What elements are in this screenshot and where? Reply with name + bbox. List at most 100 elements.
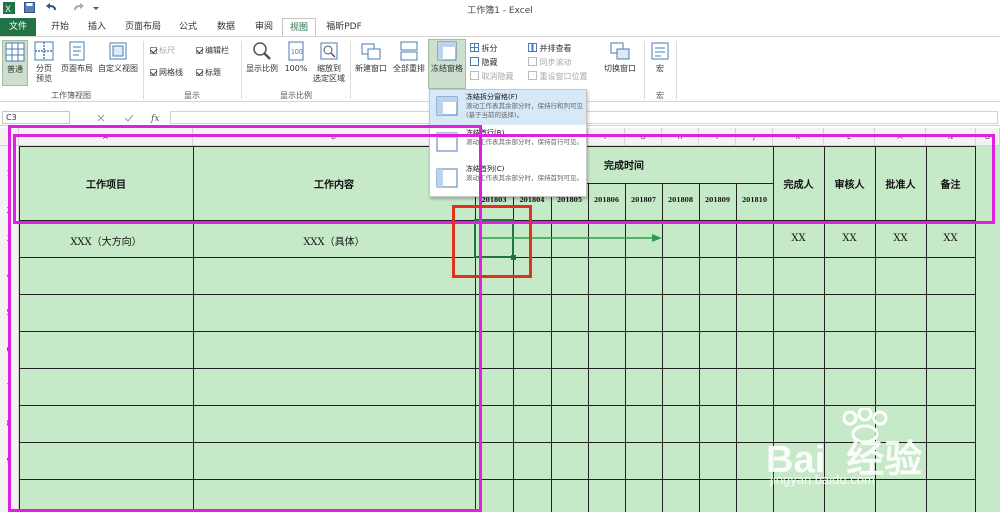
tab-formulas[interactable]: 公式 bbox=[170, 18, 206, 36]
reset-window-position-button[interactable]: 重设窗口位置 bbox=[528, 71, 588, 82]
table-border bbox=[193, 146, 194, 512]
column-header-f[interactable]: F bbox=[588, 128, 625, 146]
tab-insert[interactable]: 插入 bbox=[80, 18, 114, 36]
cell-remarks[interactable]: XX bbox=[926, 233, 975, 244]
enter-check-icon[interactable] bbox=[124, 113, 134, 123]
unhide-icon bbox=[470, 71, 479, 80]
cell-work-item[interactable]: XXX（大方向） bbox=[19, 233, 193, 248]
menu-item-freeze-panes[interactable]: 冻结拆分窗格(F) 滚动工作表其余部分时，保持行和列可见(基于当前的选择)。 bbox=[430, 90, 586, 125]
new-window-button[interactable]: 新建窗口 bbox=[352, 40, 390, 86]
name-box[interactable]: C3 bbox=[2, 111, 70, 124]
fill-handle[interactable] bbox=[511, 255, 516, 260]
table-border bbox=[699, 183, 700, 512]
cell-completed-by[interactable]: XX bbox=[773, 233, 824, 244]
insert-function-icon[interactable]: fx bbox=[150, 112, 162, 123]
zoom-to-selection-icon bbox=[320, 42, 338, 60]
column-header-h[interactable]: H bbox=[662, 128, 699, 146]
row-header-5[interactable]: 5 bbox=[0, 294, 19, 331]
date-cell: 201807 bbox=[630, 197, 657, 204]
hide-button[interactable]: 隐藏 bbox=[470, 57, 498, 68]
column-header-n[interactable]: N bbox=[926, 128, 976, 146]
cancel-icon[interactable] bbox=[96, 113, 106, 123]
normal-view-icon bbox=[5, 42, 25, 62]
page-break-preview-button[interactable]: 分页 预览 bbox=[32, 40, 56, 86]
sync-scroll-button[interactable]: 同步滚动 bbox=[528, 57, 572, 68]
arrange-all-button[interactable]: 全部重排 bbox=[390, 40, 428, 86]
tab-file[interactable]: 文件 bbox=[0, 18, 36, 36]
custom-views-button[interactable]: 自定义视图 bbox=[96, 40, 140, 86]
svg-text:100: 100 bbox=[291, 49, 303, 56]
group-separator bbox=[644, 41, 645, 99]
cell-work-content[interactable]: XXX（具体） bbox=[193, 233, 475, 248]
date-cell: 201808 bbox=[667, 197, 694, 204]
unhide-button[interactable]: 取消隐藏 bbox=[470, 71, 514, 82]
switch-windows-button[interactable]: 切换窗口 bbox=[600, 40, 640, 86]
side-by-side-icon bbox=[528, 43, 537, 52]
date-cell: 201805 bbox=[556, 197, 583, 204]
zoom-to-selection-button[interactable]: 缩放到 选定区域 bbox=[310, 40, 348, 86]
headings-check-icon bbox=[196, 69, 203, 76]
tab-foxit-pdf[interactable]: 福昕PDF bbox=[318, 18, 370, 36]
row-header-1[interactable]: 1 bbox=[0, 146, 19, 202]
menu-item-freeze-first-column[interactable]: 冻结首列(C) 滚动工作表其余部分时，保持首列可见。 bbox=[430, 162, 586, 197]
row-header-7[interactable]: 7 bbox=[0, 368, 19, 405]
gridlines-checkbox[interactable]: 网格线 bbox=[150, 68, 183, 78]
row-header-2[interactable]: 2 bbox=[0, 202, 19, 220]
column-header-m[interactable]: M bbox=[875, 128, 926, 146]
headings-checkbox[interactable]: 标题 bbox=[196, 68, 221, 78]
row-header-3[interactable]: 3 bbox=[0, 220, 19, 257]
split-button[interactable]: 拆分 bbox=[470, 43, 498, 54]
table-border bbox=[19, 331, 976, 332]
normal-view-button[interactable]: 普通 bbox=[2, 40, 28, 86]
tab-home[interactable]: 开始 bbox=[40, 18, 80, 36]
macros-button[interactable]: 宏 bbox=[646, 40, 674, 86]
column-header-i[interactable]: I bbox=[699, 128, 736, 146]
green-arrow-annotation bbox=[480, 234, 662, 242]
magnifier-icon bbox=[253, 42, 271, 60]
row-header-9[interactable]: 9 bbox=[0, 442, 19, 512]
zoom-100-icon: 100 bbox=[288, 41, 304, 61]
table-border bbox=[19, 294, 976, 295]
group-separator bbox=[676, 41, 677, 99]
column-header-g[interactable]: G bbox=[625, 128, 662, 146]
column-header-k[interactable]: K bbox=[773, 128, 824, 146]
svg-text:fx: fx bbox=[150, 114, 159, 123]
reset-position-icon bbox=[528, 71, 537, 80]
formula-bar-checkbox[interactable]: 编辑栏 bbox=[196, 46, 229, 56]
column-header-j[interactable]: J bbox=[736, 128, 773, 146]
zoom-button[interactable]: 显示比例 bbox=[244, 40, 280, 86]
freeze-panes-icon bbox=[437, 41, 457, 61]
baidu-watermark: Bai 经验 jingyan.baidu.com bbox=[760, 408, 990, 508]
date-cell: 201804 bbox=[519, 197, 545, 204]
select-all-corner[interactable] bbox=[0, 128, 19, 146]
tab-page-layout[interactable]: 页面布局 bbox=[116, 18, 170, 36]
page-layout-icon bbox=[69, 41, 85, 61]
header-completed-by: 完成人 bbox=[783, 180, 814, 191]
row-header-6[interactable]: 6 bbox=[0, 331, 19, 368]
column-header-l[interactable]: L bbox=[824, 128, 875, 146]
cell-reviewer[interactable]: XX bbox=[824, 233, 875, 244]
column-header-a[interactable]: A bbox=[19, 128, 193, 146]
row-header-8[interactable]: 8 bbox=[0, 405, 19, 442]
tab-review[interactable]: 审阅 bbox=[246, 18, 282, 36]
ruler-check-icon bbox=[150, 47, 157, 54]
table-border bbox=[19, 368, 976, 369]
window-title: 工作簿1 - Excel bbox=[467, 6, 533, 16]
view-side-by-side-button[interactable]: 并排查看 bbox=[528, 43, 572, 54]
ruler-checkbox[interactable]: 标尺 bbox=[150, 46, 175, 56]
tab-view[interactable]: 视图 bbox=[282, 18, 316, 36]
freeze-panes-button[interactable]: 冻结窗格 bbox=[428, 39, 466, 89]
group-label-workbook-views: 工作簿视图 bbox=[51, 91, 91, 100]
table-border bbox=[19, 405, 976, 406]
header-reviewer: 审核人 bbox=[834, 180, 865, 191]
group-label-macros: 宏 bbox=[656, 91, 664, 100]
row-header-4[interactable]: 4 bbox=[0, 257, 19, 294]
freeze-top-row-icon bbox=[436, 132, 458, 152]
tab-data[interactable]: 数据 bbox=[208, 18, 244, 36]
page-layout-view-button[interactable]: 页面布局 bbox=[58, 40, 96, 86]
cell-approver[interactable]: XX bbox=[875, 233, 926, 244]
menu-item-freeze-top-row[interactable]: 冻结首行(R) 滚动工作表其余部分时，保持首行可见。 bbox=[430, 126, 586, 161]
zoom-100-button[interactable]: 100 100% bbox=[282, 40, 310, 86]
column-header-o[interactable]: O bbox=[976, 128, 1000, 146]
date-cell: 201806 bbox=[593, 197, 620, 204]
